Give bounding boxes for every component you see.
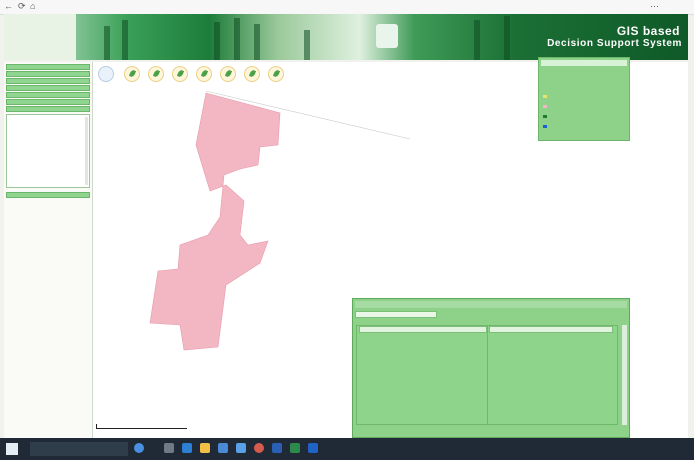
column-header[interactable]: [359, 326, 487, 333]
layer-swatch: [543, 105, 547, 109]
layer-row[interactable]: [543, 86, 550, 91]
layer-swatch: [543, 87, 547, 91]
leaf-tool-icon[interactable]: [220, 66, 236, 82]
column-header[interactable]: [489, 326, 613, 333]
leaf-tool-icon[interactable]: [196, 66, 212, 82]
layer-row[interactable]: [543, 114, 550, 119]
sidebar-item[interactable]: [6, 85, 90, 91]
os-taskbar: [0, 438, 694, 460]
app-title: GIS based: [616, 24, 680, 38]
home-icon[interactable]: ⌂: [30, 1, 35, 11]
sidebar-item[interactable]: [6, 64, 90, 70]
more-icon[interactable]: ⋯: [650, 1, 659, 12]
sidebar-item[interactable]: [6, 106, 90, 112]
sidebar: [4, 62, 93, 438]
sidebar-item[interactable]: [6, 71, 90, 77]
logo: [4, 14, 76, 60]
emblem-icon: [376, 24, 398, 48]
layer-swatch: [543, 95, 547, 99]
sub-menu-scrollbar[interactable]: [85, 117, 88, 185]
mail-icon[interactable]: [236, 443, 246, 453]
outlook-icon[interactable]: [308, 443, 318, 453]
layer-row[interactable]: [543, 70, 550, 75]
layer-panel-header[interactable]: [541, 60, 627, 66]
scale-bar: [96, 424, 187, 429]
leaf-tool-icon[interactable]: [124, 66, 140, 82]
attribute-table: [356, 325, 618, 425]
leaf-tool-icon[interactable]: [148, 66, 164, 82]
attribute-panel-title[interactable]: [355, 301, 627, 308]
refresh-icon[interactable]: ⟳: [18, 1, 26, 12]
browser-toolbar: ← ⟳ ⌂ ⋯: [0, 0, 694, 15]
layer-swatch: [543, 71, 547, 75]
layer-row[interactable]: [543, 104, 550, 109]
attribute-scrollbar[interactable]: [622, 325, 627, 425]
layer-panel: [538, 57, 630, 141]
layer-swatch: [543, 79, 547, 83]
folder-icon[interactable]: [200, 443, 210, 453]
store-icon[interactable]: [218, 443, 228, 453]
back-arrow-icon[interactable]: ←: [4, 1, 13, 11]
excel-icon[interactable]: [290, 443, 300, 453]
attribute-panel: [352, 298, 630, 438]
layer-row[interactable]: [543, 94, 550, 99]
windows-start-icon[interactable]: [6, 443, 18, 455]
leaf-tool-icon[interactable]: [268, 66, 284, 82]
layer-swatch: [543, 125, 547, 129]
leaf-tool-icon[interactable]: [172, 66, 188, 82]
layer-row[interactable]: [543, 78, 550, 83]
sub-menu-list: [6, 114, 90, 188]
word-icon[interactable]: [272, 443, 282, 453]
sidebar-item-bottom[interactable]: [6, 192, 90, 198]
sidebar-item[interactable]: [6, 99, 90, 105]
chrome-icon[interactable]: [254, 443, 264, 453]
sidebar-item[interactable]: [6, 78, 90, 84]
header-banner: GIS based Decision Support System: [4, 14, 688, 60]
leaf-tool-icon[interactable]: [244, 66, 260, 82]
task-view-icon[interactable]: [164, 443, 174, 453]
edge-icon[interactable]: [182, 443, 192, 453]
layer-swatch: [543, 115, 547, 119]
map-boundary-line: [205, 90, 411, 140]
globe-icon[interactable]: [98, 66, 114, 82]
attribute-filter-field[interactable]: [355, 311, 437, 318]
taskbar-search[interactable]: [30, 442, 128, 456]
search-icon[interactable]: [134, 443, 144, 453]
app-subtitle: Decision Support System: [547, 38, 682, 49]
sidebar-item[interactable]: [6, 92, 90, 98]
layer-row[interactable]: [543, 124, 550, 129]
